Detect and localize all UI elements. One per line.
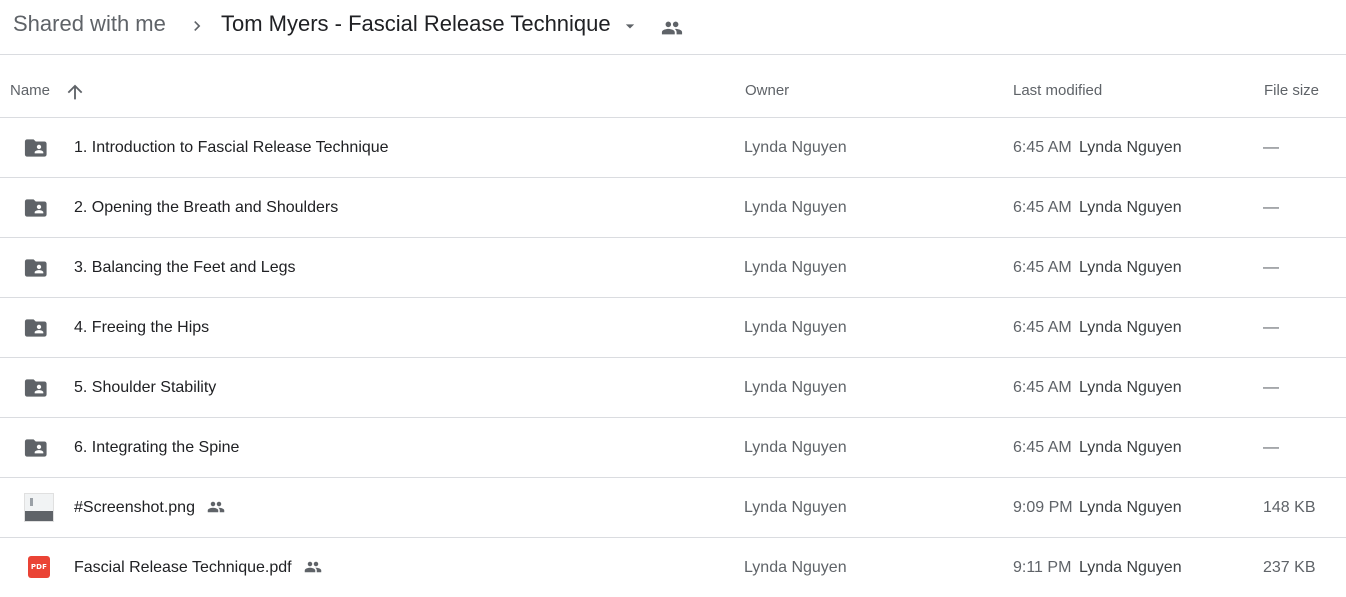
file-size: — [1263,319,1279,336]
modified-by: Lynda Nguyen [1079,199,1182,216]
image-thumbnail-icon [24,493,54,522]
file-size: — [1263,379,1279,396]
modified-time: 6:45 AM [1013,379,1072,396]
shared-folder-icon [24,435,54,461]
shared-folder-icon [24,135,54,161]
file-owner: Lynda Nguyen [744,559,847,576]
modified-time: 6:45 AM [1013,319,1072,336]
modified-time: 6:45 AM [1013,199,1072,216]
file-name: 5. Shoulder Stability [74,379,217,396]
dropdown-arrow-icon[interactable] [620,16,640,36]
shared-folder-icon [24,255,54,281]
modified-time: 9:11 PM [1013,559,1072,576]
modified-time: 6:45 AM [1013,259,1072,276]
file-size: — [1263,199,1279,216]
modified-by: Lynda Nguyen [1079,319,1182,336]
modified-time: 9:09 PM [1013,499,1073,516]
modified-by: Lynda Nguyen [1079,379,1182,396]
breadcrumb-current-folder[interactable]: Tom Myers - Fascial Release Technique [221,11,611,37]
file-row[interactable]: 4. Freeing the Hips Lynda Nguyen 6:45 AM Ly… [0,298,1346,358]
column-header-name[interactable]: Name [10,55,50,117]
file-owner: Lynda Nguyen [744,499,847,516]
column-header-last-modified[interactable]: Last modified [1013,55,1102,117]
shared-people-icon [205,498,227,516]
shared-people-icon [302,558,324,576]
file-name: Fascial Release Technique.pdf [74,559,292,576]
file-name: 3. Balancing the Feet and Legs [74,259,296,276]
file-row[interactable]: 5. Shoulder Stability Lynda Nguyen 6:45 AM… [0,358,1346,418]
pdf-icon: PDF [28,556,50,578]
file-owner: Lynda Nguyen [744,259,847,276]
file-owner: Lynda Nguyen [744,139,847,156]
breadcrumb-root[interactable]: Shared with me [13,11,166,37]
file-owner: Lynda Nguyen [744,379,847,396]
modified-by: Lynda Nguyen [1079,439,1182,456]
modified-by: Lynda Nguyen [1079,139,1182,156]
modified-by: Lynda Nguyen [1079,259,1182,276]
modified-by: Lynda Nguyen [1079,499,1182,516]
file-owner: Lynda Nguyen [744,319,847,336]
modified-by: Lynda Nguyen [1079,559,1182,576]
shared-people-icon [661,21,683,35]
file-size: — [1263,439,1279,456]
file-size: 237 KB [1263,559,1316,576]
file-row[interactable]: 3. Balancing the Feet and Legs Lynda Nguy… [0,238,1346,298]
column-header-owner: Owner [745,82,790,99]
breadcrumb-bar: Shared with me Tom Myers - Fascial Relea… [0,0,1346,55]
file-name: 6. Integrating the Spine [74,439,240,456]
shared-folder-icon [24,315,54,341]
column-header-file-size[interactable]: File size [1264,55,1319,117]
file-name: 4. Freeing the Hips [74,319,210,336]
file-list: 1. Introduction to Fascial Release Techn… [0,118,1346,597]
file-row[interactable]: 6. Integrating the Spine Lynda Nguyen 6:45… [0,418,1346,478]
file-row[interactable]: #Screenshot.png Lynda Nguyen 9:09 PM Lynda … [0,478,1346,538]
shared-folder-icon [24,195,54,221]
modified-time: 6:45 AM [1013,439,1072,456]
file-row[interactable]: 2. Opening the Breath and Shoulders Lynda… [0,178,1346,238]
file-owner: Lynda Nguyen [744,199,847,216]
file-owner: Lynda Nguyen [744,439,847,456]
file-name: 1. Introduction to Fascial Release Techn… [74,139,389,156]
file-name: 2. Opening the Breath and Shoulders [74,199,339,216]
shared-folder-icon [24,375,54,401]
file-row[interactable]: 1. Introduction to Fascial Release Techn… [0,118,1346,178]
file-row[interactable]: PDF Fascial Release Technique.pdf Lynda Ng… [0,538,1346,597]
file-size: — [1263,259,1279,276]
chevron-right-icon [194,21,201,31]
modified-time: 6:45 AM [1013,139,1072,156]
file-name: #Screenshot.png [74,499,195,516]
file-size: — [1263,139,1279,156]
file-size: 148 KB [1263,499,1316,516]
sort-ascending-icon[interactable] [64,81,86,103]
